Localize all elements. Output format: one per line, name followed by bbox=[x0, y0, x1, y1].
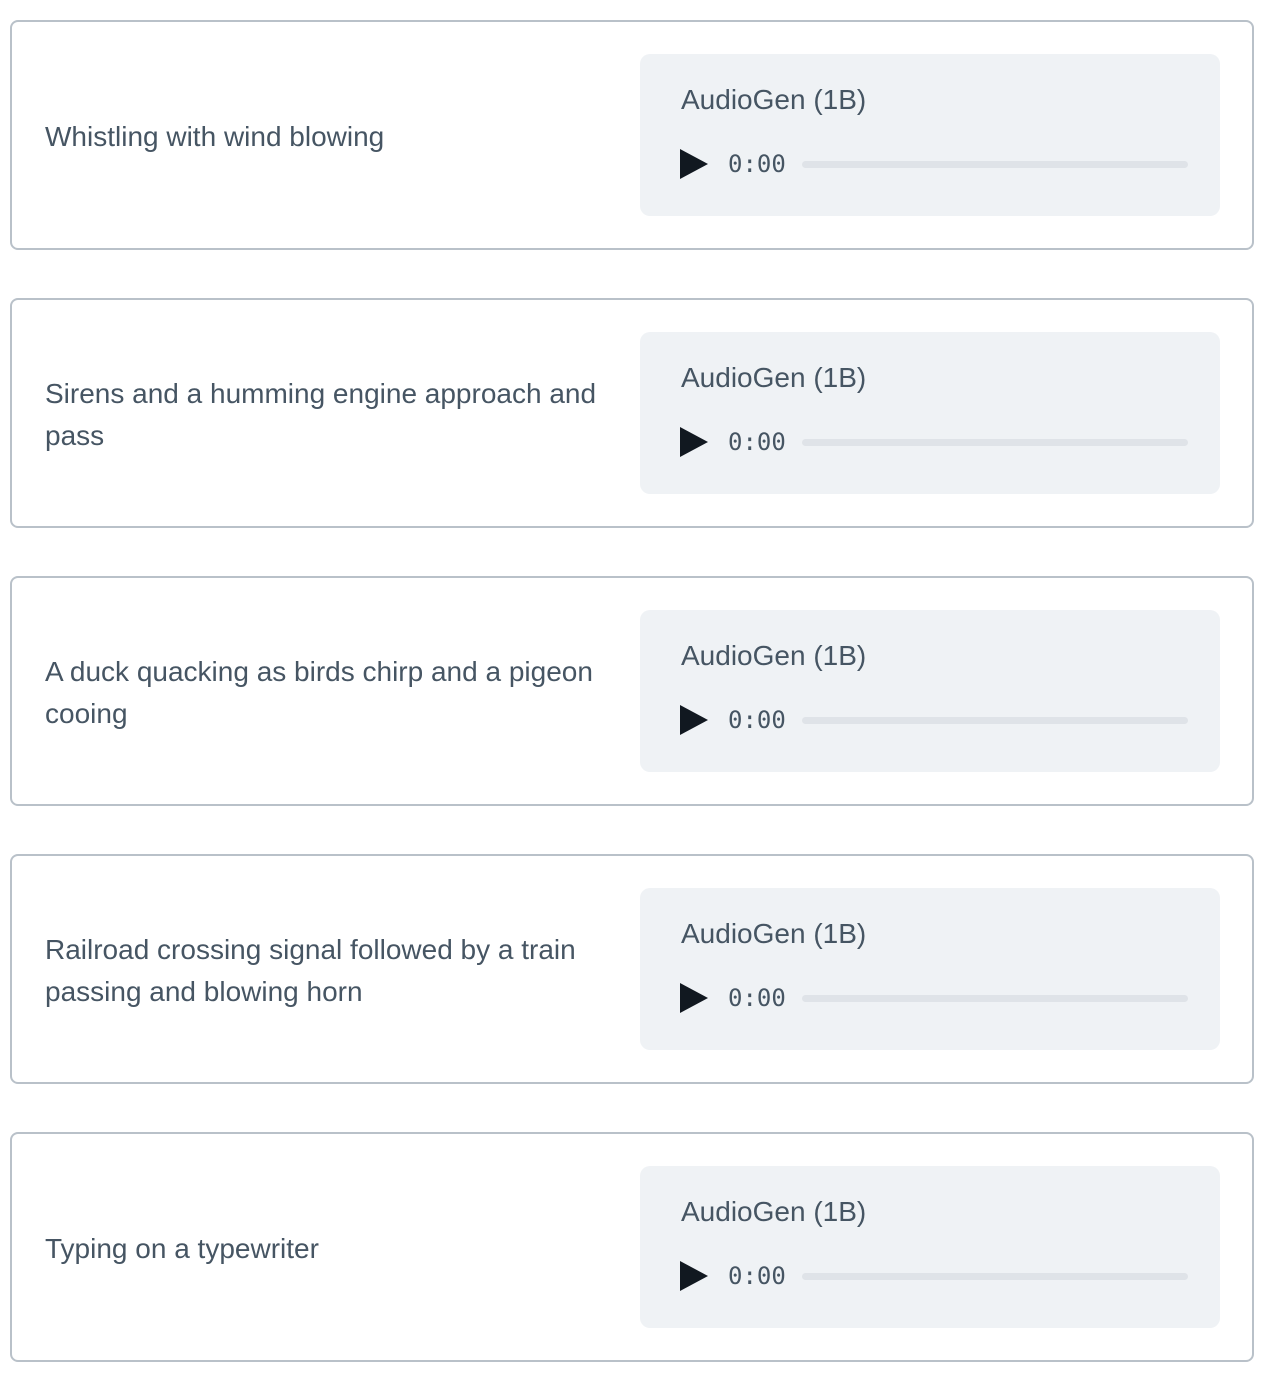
sample-card: A duck quacking as birds chirp and a pig… bbox=[10, 576, 1254, 806]
audio-player: 0:00 bbox=[678, 1256, 1188, 1296]
play-button[interactable] bbox=[678, 704, 710, 736]
seek-bar[interactable] bbox=[802, 717, 1188, 724]
current-time: 0:00 bbox=[728, 150, 786, 178]
model-label: AudioGen (1B) bbox=[681, 1196, 867, 1227]
sample-prompt: A duck quacking as birds chirp and a pig… bbox=[45, 656, 593, 729]
sample-card: Sirens and a humming engine approach and… bbox=[10, 298, 1254, 528]
audio-player-panel: AudioGen (1B) 0:00 bbox=[640, 1166, 1220, 1328]
sample-prompt: Whistling with wind blowing bbox=[45, 121, 385, 152]
model-label: AudioGen (1B) bbox=[681, 362, 867, 393]
play-icon bbox=[680, 149, 708, 179]
sample-prompt: Typing on a typewriter bbox=[45, 1233, 319, 1264]
sample-prompt: Sirens and a humming engine approach and… bbox=[45, 378, 597, 451]
current-time: 0:00 bbox=[728, 706, 786, 734]
seek-bar[interactable] bbox=[802, 161, 1188, 168]
seek-bar[interactable] bbox=[802, 995, 1188, 1002]
audio-player: 0:00 bbox=[678, 422, 1188, 462]
audio-player-panel: AudioGen (1B) 0:00 bbox=[640, 610, 1220, 772]
sample-prompt: Railroad crossing signal followed by a t… bbox=[45, 934, 576, 1007]
audio-player: 0:00 bbox=[678, 978, 1188, 1018]
model-label: AudioGen (1B) bbox=[681, 84, 867, 115]
seek-bar[interactable] bbox=[802, 439, 1188, 446]
current-time: 0:00 bbox=[728, 1262, 786, 1290]
play-button[interactable] bbox=[678, 426, 710, 458]
play-icon bbox=[680, 983, 708, 1013]
audio-player: 0:00 bbox=[678, 144, 1188, 184]
play-icon bbox=[680, 705, 708, 735]
play-button[interactable] bbox=[678, 1260, 710, 1292]
audio-player-panel: AudioGen (1B) 0:00 bbox=[640, 888, 1220, 1050]
current-time: 0:00 bbox=[728, 428, 786, 456]
seek-bar[interactable] bbox=[802, 1273, 1188, 1280]
play-button[interactable] bbox=[678, 982, 710, 1014]
audio-player-panel: AudioGen (1B) 0:00 bbox=[640, 54, 1220, 216]
model-label: AudioGen (1B) bbox=[681, 640, 867, 671]
play-button[interactable] bbox=[678, 148, 710, 180]
sample-card: Typing on a typewriter AudioGen (1B) 0:0… bbox=[10, 1132, 1254, 1362]
current-time: 0:00 bbox=[728, 984, 786, 1012]
sample-card: Whistling with wind blowing AudioGen (1B… bbox=[10, 20, 1254, 250]
play-icon bbox=[680, 1261, 708, 1291]
play-icon bbox=[680, 427, 708, 457]
model-label: AudioGen (1B) bbox=[681, 918, 867, 949]
sample-card: Railroad crossing signal followed by a t… bbox=[10, 854, 1254, 1084]
audio-player-panel: AudioGen (1B) 0:00 bbox=[640, 332, 1220, 494]
audio-player: 0:00 bbox=[678, 700, 1188, 740]
